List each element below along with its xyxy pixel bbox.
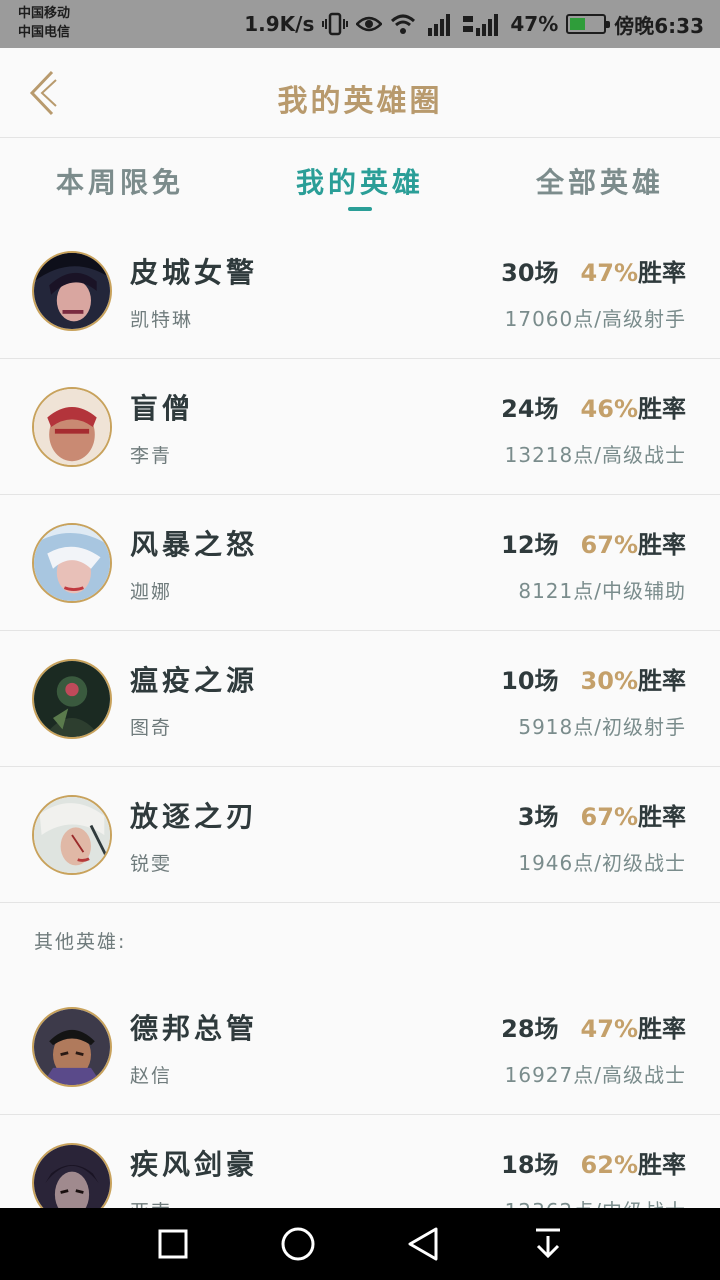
clock: 傍晚6:33 <box>614 13 704 38</box>
download-arrow-icon <box>535 1228 560 1259</box>
hero-name: 德邦总管 <box>130 1012 259 1045</box>
win-rate: 30% <box>580 667 638 695</box>
triangle-back-icon <box>408 1227 437 1261</box>
hero-real-name: 锐雯 <box>130 853 173 875</box>
games-count: 28场 <box>501 1015 559 1043</box>
hero-stats: 28场 47%胜率 <box>501 1009 686 1044</box>
hero-janna-avatar <box>32 523 112 603</box>
games-count: 18场 <box>501 1151 559 1179</box>
tab-label: 全部英雄 <box>535 166 664 199</box>
hero-stats: 30场 47%胜率 <box>501 253 686 288</box>
hero-name: 盲僧 <box>130 392 195 425</box>
hero-row[interactable]: 德邦总管 赵信 28场 47%胜率 16927点/高级战士 <box>0 979 720 1115</box>
battery-fill <box>570 18 586 30</box>
hero-points: 16927点/高级战士 <box>504 1063 686 1087</box>
win-rate: 67% <box>580 803 638 831</box>
hero-points: 1946点/初级战士 <box>518 851 686 875</box>
hero-real-name: 李青 <box>130 445 173 467</box>
win-rate-label: 胜率 <box>638 395 686 423</box>
hero-real-name: 赵信 <box>130 1065 173 1087</box>
games-count: 10场 <box>501 667 559 695</box>
hero-name: 放逐之刃 <box>130 800 259 833</box>
eye-icon <box>356 14 383 34</box>
carrier-2: 中国电信 <box>18 25 71 40</box>
hero-row[interactable]: 放逐之刃 锐雯 3场 67%胜率 1946点/初级战士 <box>0 767 720 903</box>
hero-stats: 12场 67%胜率 <box>501 525 686 560</box>
tab-all-heroes[interactable]: 全部英雄 <box>480 139 720 223</box>
games-count: 12场 <box>501 531 559 559</box>
hero-real-name: 凯特琳 <box>130 309 194 331</box>
hero-riven-avatar <box>32 795 112 875</box>
battery-icon <box>566 14 611 34</box>
win-rate-label: 胜率 <box>638 531 686 559</box>
back-nav-button[interactable] <box>393 1214 453 1274</box>
network-speed: 1.9K/s <box>244 12 315 36</box>
games-count: 30场 <box>501 259 559 287</box>
win-rate: 46% <box>580 395 638 423</box>
hero-points: 13218点/高级战士 <box>504 443 686 467</box>
hero-points: 8121点/中级辅助 <box>518 579 686 603</box>
tab-my-heroes[interactable]: 我的英雄 <box>240 139 480 223</box>
circle-icon <box>281 1227 314 1261</box>
hero-name: 疾风剑豪 <box>130 1148 259 1181</box>
win-rate-label: 胜率 <box>638 667 686 695</box>
tab-label: 我的英雄 <box>295 166 424 199</box>
signal-icon <box>424 12 454 36</box>
other-heroes-label: 其他英雄: <box>0 903 720 979</box>
win-rate: 62% <box>580 1151 638 1179</box>
signal-4g-icon <box>462 12 502 36</box>
win-rate: 47% <box>580 259 638 287</box>
win-rate-label: 胜率 <box>638 259 686 287</box>
win-rate: 67% <box>580 531 638 559</box>
tab-bar: 本周限免 我的英雄 全部英雄 <box>0 139 720 223</box>
recent-apps-button[interactable] <box>143 1214 203 1274</box>
hero-row[interactable]: 皮城女警 凯特琳 30场 47%胜率 17060点/高级射手 <box>0 223 720 359</box>
games-count: 3场 <box>517 803 559 831</box>
hero-real-name: 图奇 <box>130 717 173 739</box>
win-rate: 47% <box>580 1015 638 1043</box>
hero-name: 风暴之怒 <box>130 528 259 561</box>
square-icon <box>158 1229 187 1259</box>
hero-list: 皮城女警 凯特琳 30场 47%胜率 17060点/高级射手 盲僧 李青 24场 4… <box>0 223 720 1251</box>
win-rate-label: 胜率 <box>638 1151 686 1179</box>
page-title: 我的英雄圈 <box>277 84 443 119</box>
system-nav-bar <box>0 1208 720 1280</box>
win-rate-label: 胜率 <box>638 1015 686 1043</box>
status-icons: 1.9K/s 47% 傍晚6:33 <box>244 0 704 48</box>
win-rate-label: 胜率 <box>638 803 686 831</box>
hero-leesin-avatar <box>32 387 112 467</box>
hero-real-name: 迦娜 <box>130 581 173 603</box>
games-count: 24场 <box>501 395 559 423</box>
hero-stats: 18场 62%胜率 <box>501 1145 686 1180</box>
hero-name: 瘟疫之源 <box>130 664 259 697</box>
hero-stats: 10场 30%胜率 <box>501 661 686 696</box>
hero-stats: 3场 67%胜率 <box>518 797 686 832</box>
carrier-1: 中国移动 <box>18 6 71 21</box>
tab-label: 本周限免 <box>55 166 184 199</box>
hero-points: 17060点/高级射手 <box>504 307 686 331</box>
hero-row[interactable]: 瘟疫之源 图奇 10场 30%胜率 5918点/初级射手 <box>0 631 720 767</box>
notification-pull-button[interactable] <box>518 1214 578 1274</box>
status-bar: 中国移动 中国电信 1.9K/s 47% 傍晚6:33 <box>0 0 720 48</box>
hero-name: 皮城女警 <box>130 256 259 289</box>
hero-stats: 24场 46%胜率 <box>501 389 686 424</box>
hero-twitch-avatar <box>32 659 112 739</box>
hero-xinzhao-avatar <box>32 1007 112 1087</box>
tab-weekly-free[interactable]: 本周限免 <box>0 139 240 223</box>
app-header: 我的英雄圈 <box>0 48 720 138</box>
hero-points: 5918点/初级射手 <box>518 715 686 739</box>
hero-row[interactable]: 盲僧 李青 24场 46%胜率 13218点/高级战士 <box>0 359 720 495</box>
wifi-icon <box>390 13 416 35</box>
battery-percent: 47% <box>510 12 559 36</box>
carrier-info: 中国移动 中国电信 <box>18 4 70 42</box>
tab-indicator <box>348 207 372 211</box>
home-button[interactable] <box>268 1214 328 1274</box>
hero-row[interactable]: 风暴之怒 迦娜 12场 67%胜率 8121点/中级辅助 <box>0 495 720 631</box>
vibrate-icon <box>322 12 349 36</box>
hero-caitlyn-avatar <box>32 251 112 331</box>
